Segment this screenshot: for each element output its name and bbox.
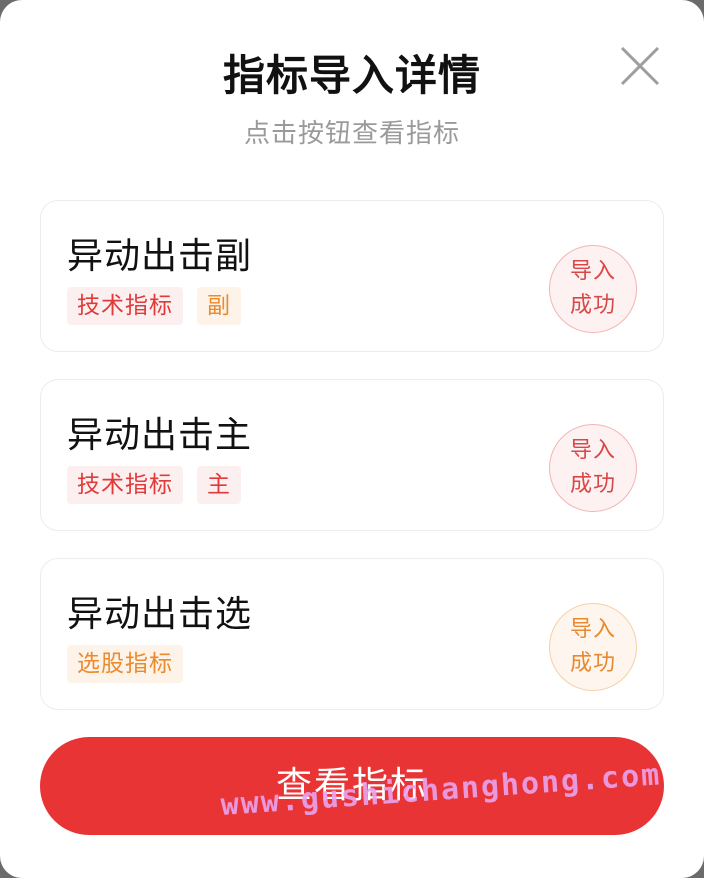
tag-variant: 主 [197,466,241,504]
indicator-card[interactable]: 异动出击副 技术指标 副 导入 成功 [40,200,664,352]
close-icon [620,46,660,86]
tag-variant: 副 [197,287,241,325]
import-success-stamp: 导入 成功 [549,245,637,333]
tag-indicator-type: 技术指标 [67,287,183,325]
dialog-subtitle: 点击按钮查看指标 [243,119,460,149]
tag-indicator-type: 技术指标 [67,466,183,504]
tag-list: 技术指标 副 [67,287,241,325]
import-success-stamp: 导入 成功 [549,603,637,691]
stamp-line2: 成功 [569,293,616,318]
tag-list: 选股指标 [67,645,183,683]
stamp-line2: 成功 [569,651,616,676]
tag-indicator-type: 选股指标 [67,645,183,683]
tag-list: 技术指标 主 [67,466,241,504]
indicator-name: 异动出击选 [67,594,253,635]
close-button[interactable] [616,42,664,90]
indicator-card[interactable]: 异动出击选 选股指标 导入 成功 [40,558,664,710]
stamp-line2: 成功 [569,472,616,497]
stamp-line1: 导入 [569,259,616,284]
indicator-name: 异动出击副 [67,236,253,277]
indicator-card[interactable]: 异动出击主 技术指标 主 导入 成功 [40,379,664,531]
import-details-dialog: 指标导入详情 点击按钮查看指标 异动出击副 技术指标 副 导入 成功 异动出击主… [0,0,704,878]
stamp-line1: 导入 [569,438,616,463]
stamp-line1: 导入 [569,617,616,642]
view-indicators-button[interactable]: 查看指标 [40,737,664,835]
indicator-name: 异动出击主 [67,415,253,456]
dialog-title: 指标导入详情 [222,51,481,100]
import-success-stamp: 导入 成功 [549,424,637,512]
